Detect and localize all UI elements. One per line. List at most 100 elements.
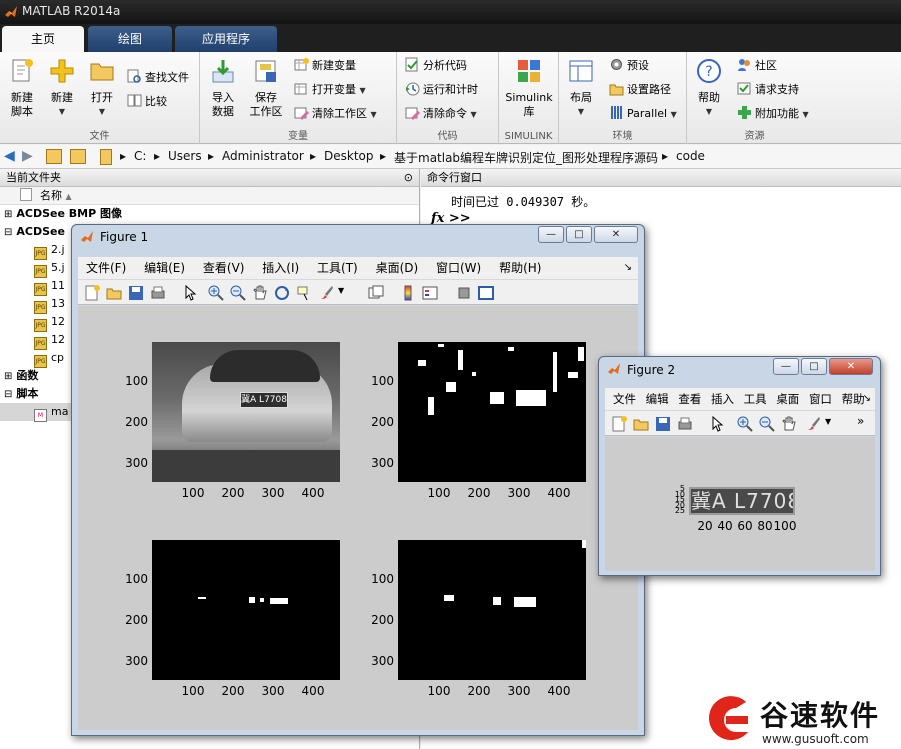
legend-icon[interactable]	[422, 285, 438, 301]
menu-tools[interactable]: 工具(T)	[317, 261, 358, 275]
new-figure-icon[interactable]	[84, 285, 100, 301]
zoom-in-icon[interactable]	[737, 416, 753, 432]
zoom-out-icon[interactable]	[230, 285, 246, 301]
maximize-button[interactable]: □	[566, 226, 592, 243]
brush-icon[interactable]	[805, 416, 821, 432]
help-button[interactable]: ? 帮助 ▼	[691, 52, 727, 119]
open-file-icon[interactable]	[106, 285, 122, 301]
menu-window[interactable]: 窗口(W)	[436, 261, 481, 275]
browse-folder-icon[interactable]	[70, 149, 86, 164]
menu-file[interactable]: 文件(F)	[86, 261, 126, 275]
save-icon[interactable]	[128, 285, 144, 301]
rotate-3d-icon[interactable]	[274, 285, 290, 301]
menu-view[interactable]: 查看	[678, 392, 701, 406]
compare-button[interactable]: 比较	[127, 92, 167, 112]
new-script-button[interactable]: 新建 脚本	[4, 52, 40, 119]
figure1-window[interactable]: Figure 1 — □ ✕ 文件(F) 编辑(E) 查看(V) 插入(I) 工…	[71, 224, 645, 736]
print-icon[interactable]	[677, 416, 693, 432]
close-button[interactable]: ✕	[594, 226, 638, 243]
save-icon[interactable]	[655, 416, 671, 432]
clear-commands-button[interactable]: 清除命令 ▼	[405, 104, 477, 124]
simulink-library-icon	[518, 60, 540, 82]
breadcrumb-item[interactable]: Desktop	[324, 149, 374, 163]
set-path-button[interactable]: 设置路径	[609, 80, 671, 100]
menu-help[interactable]: 帮助(H)	[499, 261, 541, 275]
link-plot-icon[interactable]	[368, 285, 384, 301]
menu-view[interactable]: 查看(V)	[203, 261, 245, 275]
data-cursor-icon[interactable]	[296, 285, 312, 301]
menubar-arrow-icon[interactable]: ↘	[624, 257, 632, 279]
pointer-icon[interactable]	[709, 416, 725, 432]
tab-home[interactable]: 主页	[2, 26, 84, 52]
breadcrumb-item[interactable]: code	[676, 149, 705, 163]
breadcrumb-item[interactable]: 基于matlab编程车牌识别定位_图形处理程序源码	[394, 149, 658, 166]
menu-file[interactable]: 文件	[613, 392, 636, 406]
parallel-button[interactable]: Parallel ▼	[609, 104, 677, 124]
expand-icon[interactable]: ⊞	[4, 371, 12, 382]
open-file-icon[interactable]	[633, 416, 649, 432]
menu-edit[interactable]: 编辑	[646, 392, 669, 406]
breadcrumb-item[interactable]: Users	[168, 149, 202, 163]
minimize-button[interactable]: —	[773, 358, 799, 375]
print-icon[interactable]	[150, 285, 166, 301]
collapse-icon[interactable]: ⊟	[4, 389, 12, 400]
new-figure-icon[interactable]	[611, 416, 627, 432]
hide-plot-tools-icon[interactable]	[456, 285, 472, 301]
back-arrow-icon[interactable]: ◀	[4, 148, 15, 164]
pan-hand-icon[interactable]	[781, 416, 797, 432]
run-and-time-button[interactable]: 运行和计时	[405, 80, 478, 100]
request-support-button[interactable]: 请求支持	[737, 80, 799, 100]
layout-button[interactable]: 布局 ▼	[563, 52, 599, 119]
minimize-button[interactable]: —	[538, 226, 564, 243]
preferences-button[interactable]: 预设	[609, 56, 649, 76]
chevron-down-icon: ▼	[370, 110, 377, 119]
save-workspace-button[interactable]: 保存 工作区	[244, 52, 288, 119]
chevron-down-icon[interactable]: ▼	[825, 417, 831, 426]
pan-hand-icon[interactable]	[252, 285, 268, 301]
chevron-down-icon[interactable]: ▼	[338, 286, 344, 295]
zoom-out-icon[interactable]	[759, 416, 775, 432]
tab-plots[interactable]: 绘图	[88, 26, 172, 52]
close-button[interactable]: ✕	[829, 358, 873, 375]
colorbar-icon[interactable]	[400, 285, 416, 301]
figure2-window[interactable]: Figure 2 — □ ✕ 文件 编辑 查看 插入 工具 桌面 窗口 帮助 ↘…	[598, 356, 881, 576]
toolbar-overflow-icon[interactable]: »	[857, 414, 864, 428]
maximize-button[interactable]: □	[801, 358, 827, 375]
zoom-in-icon[interactable]	[208, 285, 224, 301]
find-files-button[interactable]: 查找文件	[127, 68, 189, 88]
open-variable-button[interactable]: 打开变量 ▼	[294, 80, 366, 100]
panel-menu-icon[interactable]: ⊙	[404, 169, 413, 187]
menu-tools[interactable]: 工具	[744, 392, 767, 406]
breadcrumb-item[interactable]: C:	[134, 149, 146, 163]
subplot-4-axes	[398, 540, 586, 680]
menu-edit[interactable]: 编辑(E)	[144, 261, 185, 275]
analyze-code-button[interactable]: 分析代码	[405, 56, 467, 76]
forward-arrow-icon[interactable]: ▶	[22, 148, 33, 164]
breadcrumb-item[interactable]: Administrator	[222, 149, 304, 163]
community-button[interactable]: 社区	[737, 56, 777, 76]
add-ons-button[interactable]: 附加功能 ▼	[737, 104, 809, 124]
menu-insert[interactable]: 插入(I)	[262, 261, 299, 275]
new-button[interactable]: 新建 ▼	[44, 52, 80, 119]
open-button[interactable]: 打开 ▼	[84, 52, 120, 119]
tree-row[interactable]: ⊞ ACDSee BMP 图像	[0, 205, 419, 223]
new-variable-button[interactable]: 新建变量	[294, 56, 356, 76]
expand-icon[interactable]: ⊞	[4, 209, 12, 220]
menu-help[interactable]: 帮助	[842, 392, 865, 406]
column-header-name[interactable]: 名称 ▲	[0, 187, 419, 205]
menubar-arrow-icon[interactable]: ↘	[863, 388, 871, 410]
menu-desktop[interactable]: 桌面	[776, 392, 799, 406]
show-plot-tools-icon[interactable]	[478, 285, 494, 301]
sort-ascending-icon: ▲	[65, 192, 72, 201]
menu-insert[interactable]: 插入	[711, 392, 734, 406]
pointer-icon[interactable]	[182, 285, 198, 301]
simulink-library-button[interactable]: Simulink 库	[503, 52, 555, 119]
brush-icon[interactable]	[318, 285, 334, 301]
menu-window[interactable]: 窗口	[809, 392, 832, 406]
up-folder-icon[interactable]	[46, 149, 62, 164]
tab-apps[interactable]: 应用程序	[175, 26, 277, 52]
collapse-icon[interactable]: ⊟	[4, 227, 12, 238]
clear-workspace-button[interactable]: 清除工作区 ▼	[294, 104, 377, 124]
menu-desktop[interactable]: 桌面(D)	[376, 261, 419, 275]
import-data-button[interactable]: 导入 数据	[206, 52, 240, 119]
